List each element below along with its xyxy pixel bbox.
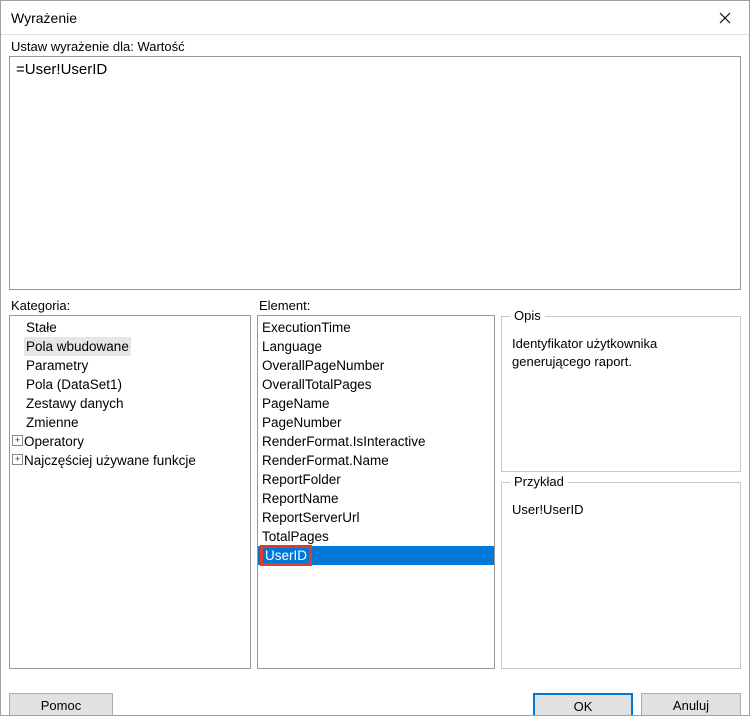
category-list[interactable]: Stałe Pola wbudowane Parametry Pola (DataSe… <box>9 315 251 669</box>
expand-icon[interactable]: + <box>12 435 23 446</box>
expand-icon[interactable]: + <box>12 454 23 465</box>
category-item-label[interactable]: Zmienne <box>24 415 81 430</box>
description-group: Opis Identyfikator użytkownika generując… <box>501 316 741 472</box>
element-item[interactable]: Language <box>258 337 494 356</box>
element-item[interactable]: OverallTotalPages <box>258 375 494 394</box>
close-button[interactable] <box>702 2 748 34</box>
ok-button[interactable]: OK <box>533 693 633 715</box>
lower-panels: Kategoria: Stałe Pola wbudowane Parametry P… <box>9 298 741 669</box>
expression-input[interactable]: =User!UserID <box>9 56 741 290</box>
category-item-label[interactable]: Parametry <box>24 358 90 373</box>
category-label: Kategoria: <box>11 298 251 313</box>
element-item[interactable]: RenderFormat.IsInteractive <box>258 432 494 451</box>
info-column: Opis Identyfikator użytkownika generując… <box>501 298 741 669</box>
element-item[interactable]: ReportFolder <box>258 470 494 489</box>
element-item[interactable]: ExecutionTime <box>258 318 494 337</box>
expression-label: Ustaw wyrażenie dla: Wartość <box>11 39 741 54</box>
element-item[interactable]: UserID <box>258 546 494 565</box>
element-label: Element: <box>259 298 495 313</box>
category-item-label: Najczęściej używane funkcje <box>24 453 196 468</box>
element-column: Element: ExecutionTimeLanguageOverallPag… <box>257 298 495 669</box>
example-group: Przykład User!UserID <box>501 482 741 669</box>
category-column: Kategoria: Stałe Pola wbudowane Parametry P… <box>9 298 251 669</box>
cancel-button[interactable]: Anuluj <box>641 693 741 715</box>
titlebar: Wyrażenie <box>1 1 749 35</box>
element-item-label: UserID <box>260 545 312 566</box>
description-text: Identyfikator użytkownika generującego r… <box>512 335 730 370</box>
element-item[interactable]: ReportName <box>258 489 494 508</box>
category-item-label[interactable]: Zestawy danych <box>24 396 126 411</box>
close-icon <box>719 12 731 24</box>
content-area: Ustaw wyrażenie dla: Wartość =User!UserI… <box>1 35 749 669</box>
category-item-label: Operatory <box>24 434 84 449</box>
element-list[interactable]: ExecutionTimeLanguageOverallPageNumberOv… <box>257 315 495 669</box>
expression-dialog: Wyrażenie Ustaw wyrażenie dla: Wartość =… <box>0 0 750 716</box>
element-item[interactable]: ReportServerUrl <box>258 508 494 527</box>
description-legend: Opis <box>510 308 545 323</box>
element-item[interactable]: TotalPages <box>258 527 494 546</box>
category-item-label[interactable]: Pola wbudowane <box>24 337 131 356</box>
element-item[interactable]: OverallPageNumber <box>258 356 494 375</box>
example-legend: Przykład <box>510 474 568 489</box>
window-title: Wyrażenie <box>11 10 702 26</box>
help-button[interactable]: Pomoc <box>9 693 113 715</box>
footer: Pomoc OK Anuluj <box>1 669 749 715</box>
element-item[interactable]: RenderFormat.Name <box>258 451 494 470</box>
category-item-label[interactable]: Pola (DataSet1) <box>24 377 124 392</box>
element-item[interactable]: PageName <box>258 394 494 413</box>
example-text: User!UserID <box>512 501 730 519</box>
category-item-label[interactable]: Stałe <box>24 320 59 335</box>
element-item[interactable]: PageNumber <box>258 413 494 432</box>
